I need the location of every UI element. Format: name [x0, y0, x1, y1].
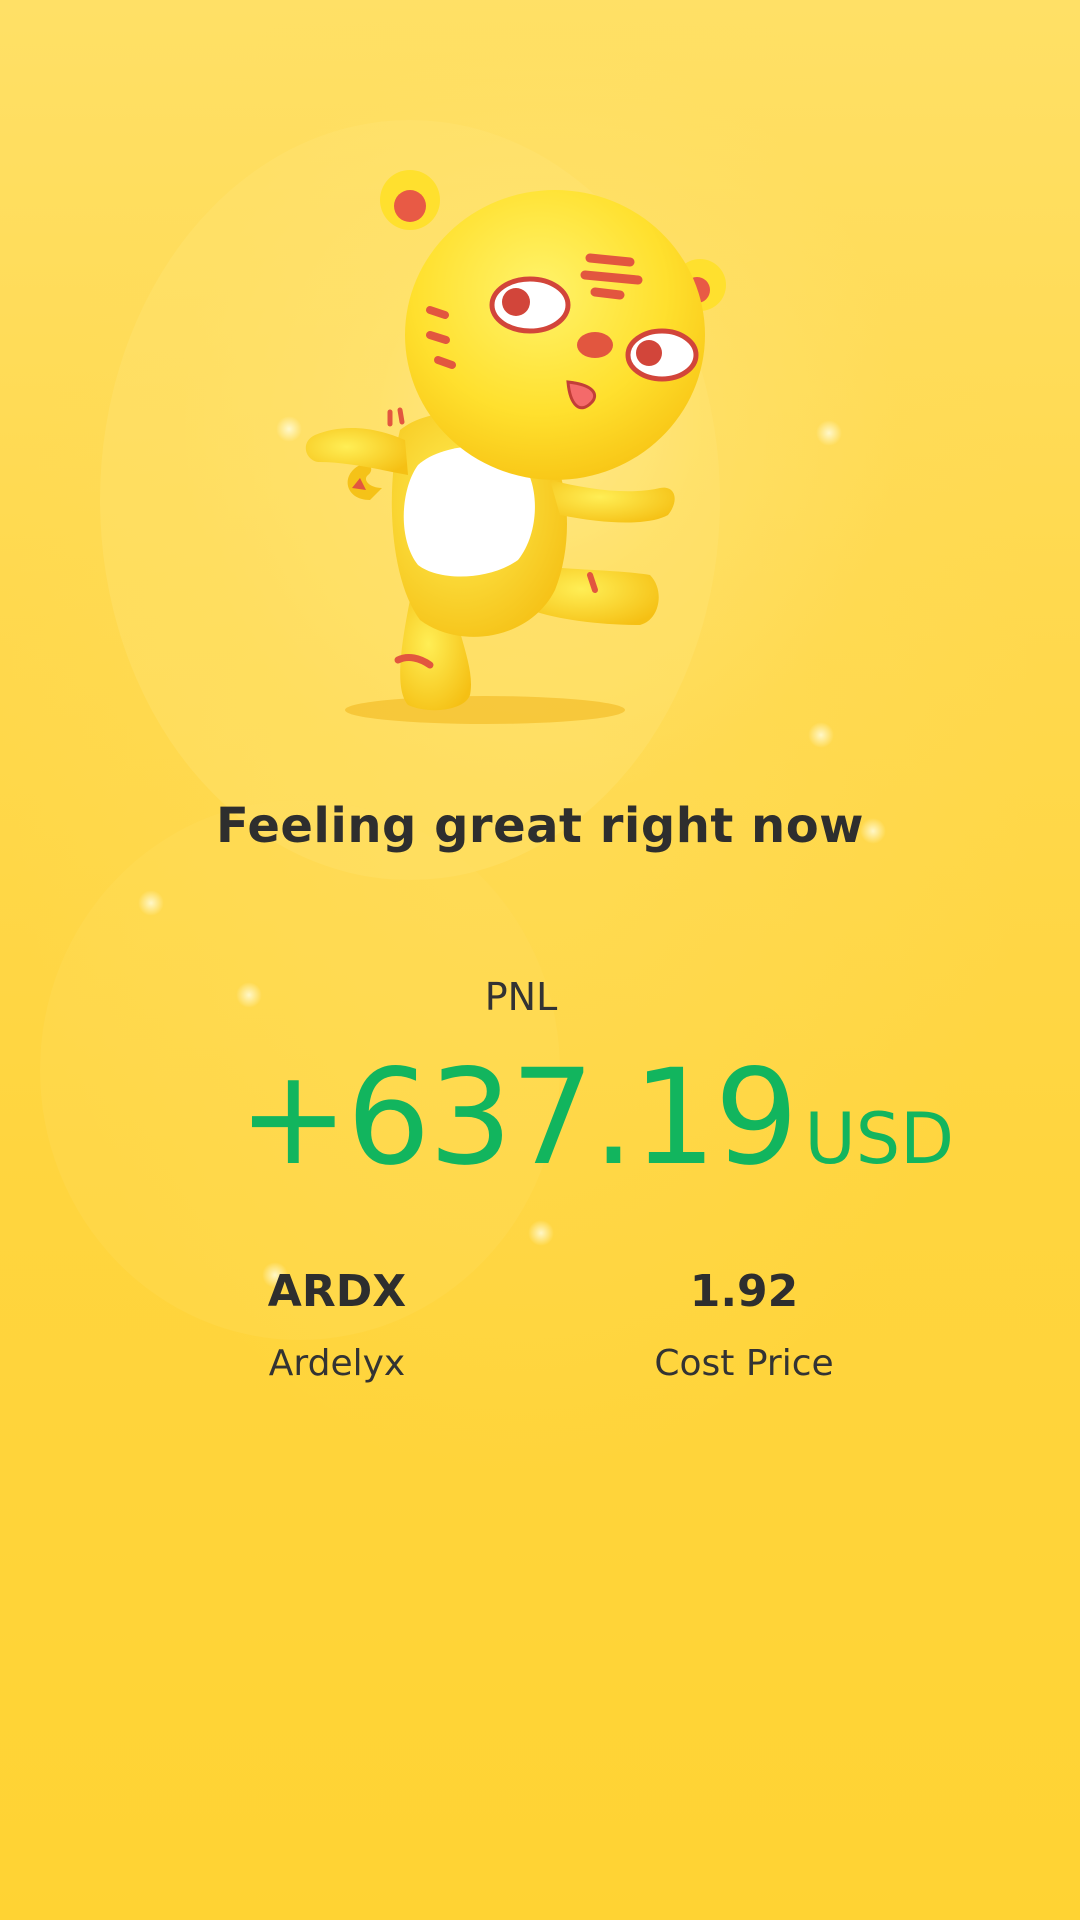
- stock-name: Ardelyx: [268, 1343, 406, 1384]
- stock-info: ARDX Ardelyx: [137, 1266, 537, 1384]
- sparkle-decoration: [816, 420, 842, 446]
- pnl-amount: +637.19 USD: [238, 1052, 954, 1192]
- cost-price-value: 1.92: [689, 1266, 799, 1317]
- cost-price-label: Cost Price: [654, 1343, 834, 1384]
- pnl-currency: USD: [804, 1098, 955, 1180]
- sparkle-decoration: [528, 1220, 554, 1246]
- mood-headline: Feeling great right now: [215, 798, 865, 854]
- sparkle-decoration: [138, 890, 164, 916]
- pnl-label: PNL: [484, 975, 558, 1019]
- tiger-mascot-icon: [305, 170, 726, 724]
- cost-info: 1.92 Cost Price: [544, 1266, 944, 1384]
- sparkle-decoration: [808, 722, 834, 748]
- stock-ticker: ARDX: [267, 1266, 407, 1317]
- pnl-value: +637.19: [238, 1041, 798, 1195]
